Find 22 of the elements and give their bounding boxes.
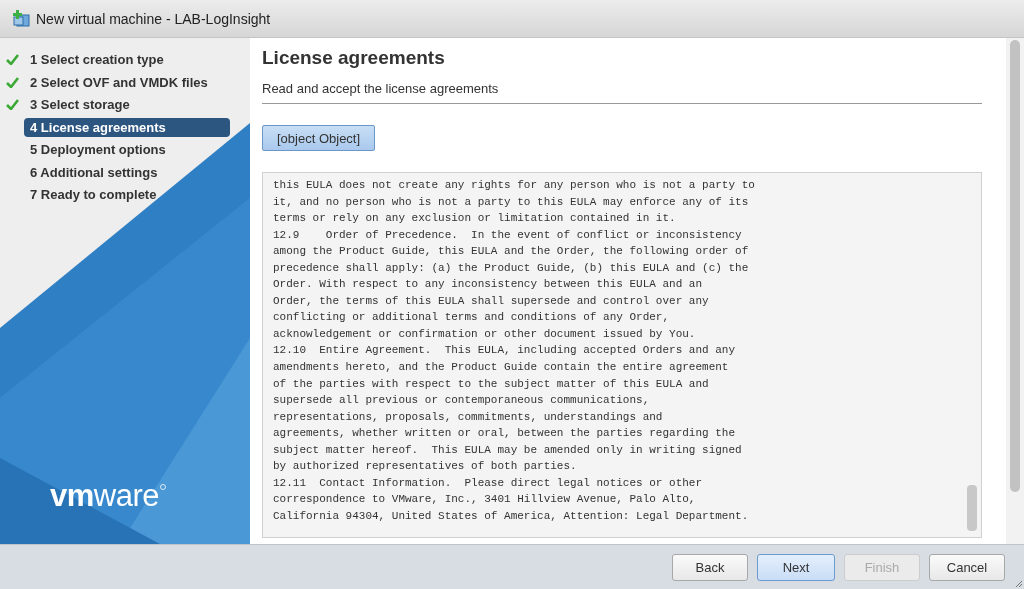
scrollbar[interactable] (1006, 38, 1024, 544)
wizard-step[interactable]: 1 Select creation type (24, 50, 230, 70)
wizard-step[interactable]: 5 Deployment options (24, 140, 230, 160)
wizard-step[interactable]: 4 License agreements (24, 117, 230, 137)
window-title: New virtual machine - LAB-LogInsight (36, 10, 271, 27)
wizard-step[interactable]: 7 Ready to complete (24, 185, 230, 205)
wizard-step[interactable]: 6 Additional settings (24, 162, 230, 182)
license-text: this EULA does not create any rights for any person who is not a party to it, and no person who is not a party to this EULA may enforce any of its terms or rely on any exclusion or limitation contained in it. 12.9 Order of Precedence. In the event of conflict or inconsistency among the Product Guide, this EULA and the Order, the following order of precedence shall apply: (a) the Product Guide, (b) this EULA and (c) the Order. With respect to any inconsistency between this EULA and an Order, the terms of this EULA shall supersede and control over any conflicting or additional terms and conditions of any Order, acknowledgement or confirmation or other document issued by You. 12.10 Entire Agreement. This EULA, including accepted Orders and any amendments hereto, and the Product Guide contain the entire agreement of the parties with respect to the subject matter of this EULA and supersede all previous or contemporaneous communications, representations, proposals, commitments, understandings and agreements, whether written or oral, between the parties regarding the subject matter hereof. This EULA may be amended only in writing signed by authorized representatives of both parties. 12.11 Contact Information. Please direct legal notices or other correspondence to VMware, Inc., 3401 Hillview Avenue, Palo Alto, California 94304, United States of America, Attention: Legal Department. (272, 178, 756, 524)
wizard-button[interactable]: Back (672, 553, 748, 581)
virtual-machine-icon (12, 9, 30, 28)
wizard-step[interactable]: 2 Select OVF and VMDK files (24, 72, 230, 92)
wizard-step[interactable]: 3 Select storage (24, 95, 230, 115)
vmware-logo: vmware (50, 480, 159, 511)
agreement-button[interactable]: [object Object] (262, 125, 376, 151)
wizard-button[interactable]: Cancel (929, 553, 1005, 581)
page-title: License agreements (262, 47, 446, 69)
page-subtitle: Read and accept the license agreements (262, 81, 500, 96)
resize-grip-icon[interactable] (1016, 581, 1022, 587)
scrollbar-thumb[interactable] (1010, 40, 1020, 492)
scrollbar-thumb[interactable] (967, 485, 977, 531)
registered-icon (160, 484, 166, 490)
wizard-button[interactable]: Next (757, 553, 835, 581)
